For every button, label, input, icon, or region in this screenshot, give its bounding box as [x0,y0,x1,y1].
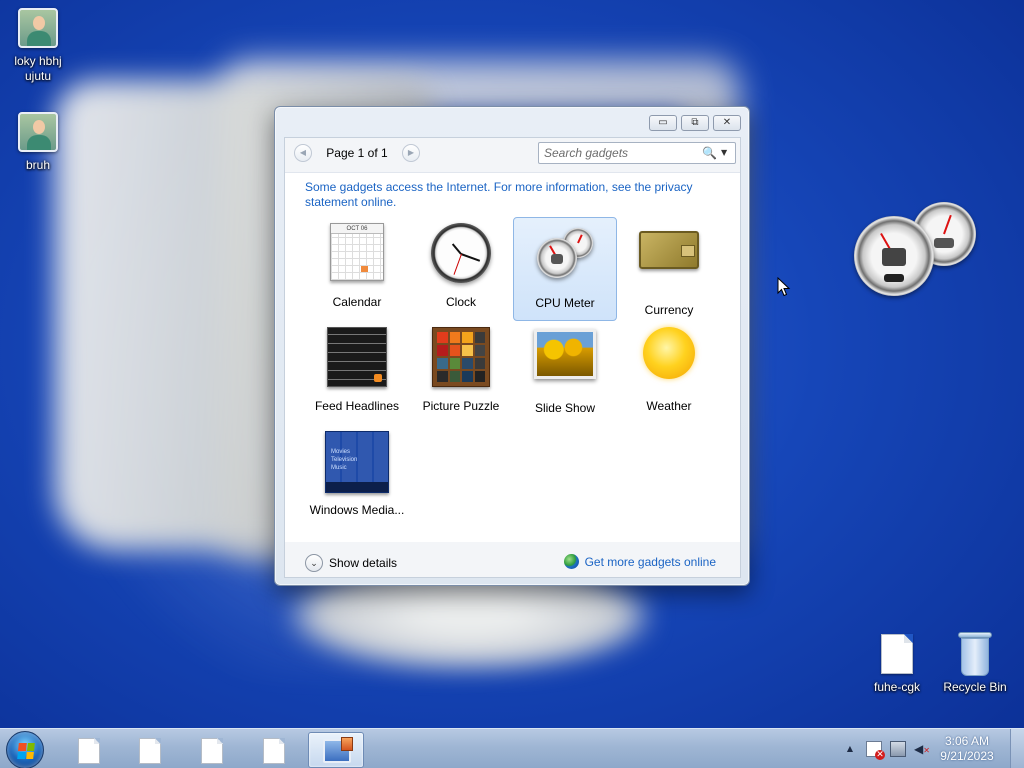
get-more-gadgets-link[interactable]: Get more gadgets online [563,554,716,569]
feed-headlines-icon [327,327,387,387]
previous-page-button[interactable]: ◀ [294,144,312,162]
gadget-tile-weather[interactable]: Weather [617,321,721,425]
taskbar: ▲ ◀ 3:06 AM 9/21/2023 [0,728,1024,768]
gadget-tile-clock[interactable]: Clock [409,217,513,321]
document-icon [201,738,223,764]
globe-icon [563,554,579,569]
search-dropdown-icon[interactable]: ▼ [721,146,727,160]
show-details-label: Show details [329,556,398,570]
windows-media-center-icon: Movies Television Music [325,431,389,493]
cpu-gauge-icon [854,216,934,296]
chevron-down-icon: ⌄ [305,554,323,572]
gadget-label: Slide Show [534,401,596,415]
taskbar-item-document-2[interactable] [123,732,179,768]
taskbar-item-gadgets[interactable] [308,732,364,768]
document-icon [139,738,161,764]
slide-show-icon [534,329,596,379]
calendar-icon: OCT 06 [330,223,384,281]
page-indicator: Page 1 of 1 [326,146,388,160]
document-icon [881,634,913,674]
close-button[interactable]: ✕ [713,115,741,131]
desktop-icon-fuhe-cgk[interactable]: fuhe-cgk [859,634,935,695]
taskbar-item-document-1[interactable] [62,732,118,768]
show-hidden-icons-button[interactable]: ▲ [842,741,858,757]
gallery-footer: ⌄ Show details Get more gadgets online [285,542,740,578]
weather-sun-icon [643,327,695,379]
gadgets-icon [323,737,353,763]
windows-logo-icon [17,743,35,759]
privacy-notice[interactable]: Some gadgets access the Internet. For mo… [305,180,705,210]
network-icon[interactable] [890,741,906,757]
gadget-label: Currency [644,303,694,317]
restore-button[interactable]: ⧉ [681,115,709,131]
calendar-month: OCT 06 [331,224,383,234]
user-picture-icon [18,112,58,152]
pager: ◀ Page 1 of 1 ▶ [294,142,420,164]
clock-date: 9/21/2023 [940,749,994,763]
gadget-label: Feed Headlines [314,399,400,413]
recycle-bin-icon [958,632,992,676]
taskbar-item-document-3[interactable] [185,732,241,768]
desktop-icon-loky[interactable]: loky hbhj ujutu [0,8,76,84]
start-button[interactable] [6,731,44,768]
taskbar-item-document-4[interactable] [247,732,303,768]
user-picture-icon [18,8,58,48]
document-icon [263,738,285,764]
media-line: Television [331,457,358,463]
gadget-label: Windows Media... [309,503,405,517]
search-input[interactable] [539,143,699,163]
desktop-icon-label: Recycle Bin [943,680,1007,694]
search-gadgets-box: 🔍 ▼ [538,142,736,164]
next-page-button[interactable]: ▶ [402,144,420,162]
clock-time: 3:06 AM [944,734,990,748]
gadget-grid: Some gadgets access the Internet. For mo… [285,172,740,542]
gadget-tile-windows-media[interactable]: Movies Television Music Windows Media... [305,425,409,529]
action-center-flag-icon[interactable] [866,741,885,760]
gadget-tile-cpu-meter[interactable]: CPU Meter [513,217,617,321]
document-icon [78,738,100,764]
gadget-tile-currency[interactable]: Currency [617,217,721,321]
desktop-icon-label: loky hbhj ujutu [14,54,62,83]
window-controls: ▭ ⧉ ✕ [649,115,741,131]
desktop-icon-bruh[interactable]: bruh [0,112,76,173]
desktop-icon-recycle-bin[interactable]: Recycle Bin [937,632,1013,695]
cpu-meter-gadget[interactable] [852,200,982,300]
show-details-button[interactable]: ⌄ Show details [305,554,397,572]
notification-area: ▲ ◀ [842,741,930,760]
desktop-icon-label: fuhe-cgk [873,680,921,694]
gallery-panel: ◀ Page 1 of 1 ▶ 🔍 ▼ Some gadgets access … [284,137,741,578]
media-line: Music [331,465,347,471]
search-icon[interactable]: 🔍 [702,146,717,160]
gadget-tile-picture-puzzle[interactable]: Picture Puzzle [409,321,513,425]
show-desktop-button[interactable] [1010,729,1024,768]
gadget-label: Calendar [332,295,382,309]
gadget-label: CPU Meter [535,296,595,310]
gadget-label: Weather [646,399,692,413]
picture-puzzle-icon [432,327,490,387]
gadget-gallery-window: ▭ ⧉ ✕ ◀ Page 1 of 1 ▶ 🔍 ▼ Some gadgets a… [274,106,750,586]
gadget-label: Clock [445,295,476,309]
cpu-meter-icon [533,224,597,288]
currency-icon [639,231,699,269]
minimize-button[interactable]: ▭ [649,115,677,131]
gadget-tile-calendar[interactable]: OCT 06 Calendar [305,217,409,321]
taskbar-clock[interactable]: 3:06 AM 9/21/2023 [934,734,1000,764]
desktop-icon-label: bruh [25,158,51,172]
gadget-label: Picture Puzzle [422,399,500,413]
get-more-gadgets-label: Get more gadgets online [584,554,716,569]
media-line: Movies [331,449,351,455]
gadget-tile-feed-headlines[interactable]: Feed Headlines [305,321,409,425]
privacy-notice-text: Some gadgets access the Internet. For mo… [305,180,693,209]
clock-icon [431,223,491,283]
gadget-tile-slide-show[interactable]: Slide Show [513,321,617,425]
volume-muted-icon[interactable]: ◀ [914,741,930,757]
